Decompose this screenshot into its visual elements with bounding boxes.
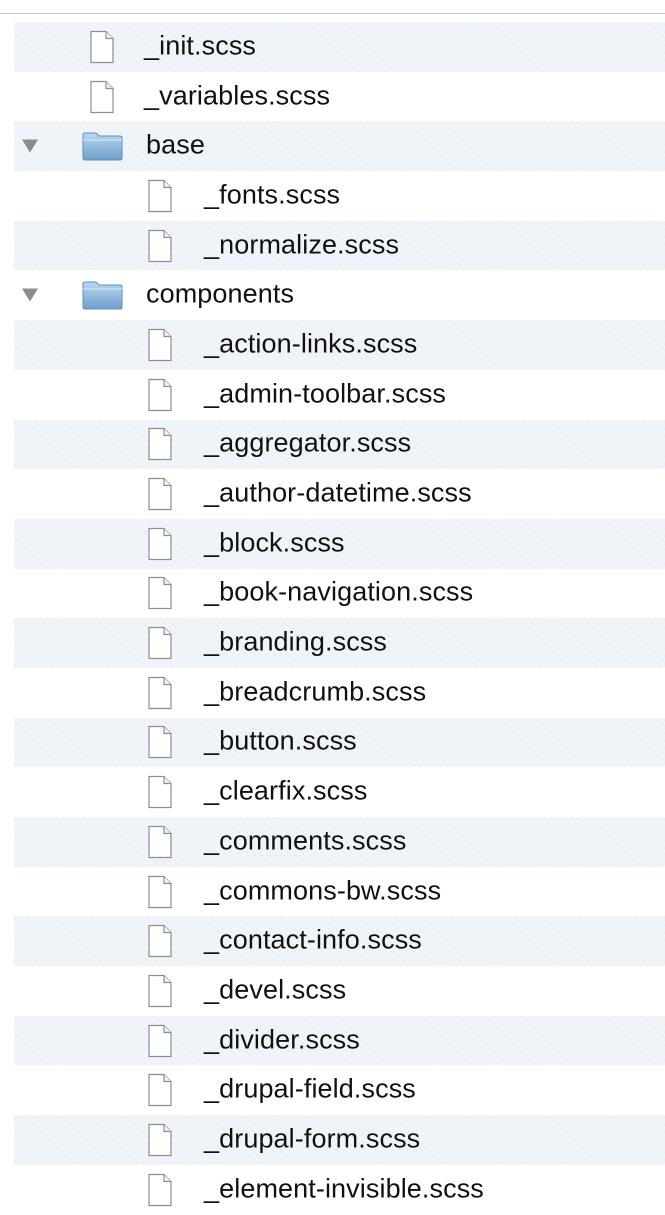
file-icon (148, 875, 172, 908)
file-row[interactable]: _drupal-field.scss (14, 1065, 665, 1116)
file-icon (148, 527, 172, 560)
file-icon (90, 30, 114, 63)
disclosure-triangle-icon[interactable] (22, 288, 38, 302)
file-row[interactable]: _book-navigation.scss (14, 568, 665, 619)
file-label: _aggregator.scss (204, 428, 412, 459)
file-label: _fonts.scss (204, 179, 341, 210)
file-label: _drupal-form.scss (204, 1123, 421, 1154)
file-label: _button.scss (204, 726, 357, 757)
window-top-edge (0, 0, 665, 14)
file-icon (148, 925, 172, 958)
file-icon (148, 626, 172, 660)
file-icon (90, 80, 114, 113)
file-icon (148, 974, 172, 1008)
file-row[interactable]: _divider.scss (14, 1015, 665, 1066)
file-row[interactable]: _breadcrumb.scss (14, 667, 665, 718)
file-label: _variables.scss (144, 80, 331, 111)
file-label: _drupal-field.scss (204, 1073, 416, 1104)
file-label: _contact-info.scss (204, 924, 422, 955)
file-icon (148, 577, 172, 610)
disclosure-triangle-icon[interactable] (22, 139, 38, 153)
file-row[interactable]: _button.scss (14, 717, 665, 768)
file-row[interactable]: _contact-info.scss (14, 916, 665, 967)
file-label: _clearfix.scss (204, 775, 368, 806)
file-icon (148, 676, 172, 709)
file-label: _action-links.scss (204, 328, 418, 359)
file-row[interactable]: _devel.scss (14, 966, 665, 1016)
file-row[interactable]: _drupal-form.scss (14, 1115, 665, 1165)
file-label: _author-datetime.scss (204, 477, 472, 508)
file-row[interactable]: _author-datetime.scss (14, 469, 665, 519)
folder-row[interactable]: base (14, 121, 665, 172)
file-label: _commons-bw.scss (204, 875, 442, 906)
file-label: _comments.scss (204, 825, 407, 856)
file-icon (148, 179, 172, 213)
folder-label: base (146, 129, 205, 160)
file-row[interactable]: _block.scss (14, 518, 665, 569)
folder-label: components (146, 278, 295, 309)
file-row[interactable]: _comments.scss (14, 817, 665, 867)
file-label: _divider.scss (204, 1024, 360, 1055)
file-label: _branding.scss (204, 626, 388, 657)
file-label: _devel.scss (204, 974, 347, 1005)
file-row[interactable]: _fonts.scss (14, 171, 665, 221)
file-icon (148, 1123, 172, 1157)
file-icon (148, 428, 172, 461)
file-label: _breadcrumb.scss (204, 676, 427, 707)
file-row[interactable]: _aggregator.scss (14, 419, 665, 470)
file-row[interactable]: _commons-bw.scss (14, 866, 665, 917)
file-row[interactable]: _init.scss (14, 22, 665, 72)
file-icon (148, 825, 172, 858)
file-row[interactable]: _normalize.scss (14, 220, 665, 271)
file-label: _admin-toolbar.scss (204, 378, 447, 409)
file-row[interactable]: _element-invisible.scss (14, 1164, 665, 1215)
file-icon (148, 328, 172, 362)
file-label: _block.scss (204, 527, 345, 558)
file-label: _normalize.scss (204, 229, 400, 260)
file-icon (148, 726, 172, 759)
folder-icon (82, 281, 123, 310)
file-icon (148, 477, 172, 511)
file-tree: _init.scss _variables.scssbase _fonts.scss… (14, 22, 665, 1215)
folder-row[interactable]: components (14, 270, 665, 321)
file-label: _init.scss (144, 30, 257, 61)
folder-icon (82, 132, 123, 161)
file-label: _element-invisible.scss (204, 1173, 484, 1204)
file-icon (148, 776, 172, 809)
file-icon (148, 229, 172, 262)
file-icon (148, 1024, 172, 1057)
file-row[interactable]: _clearfix.scss (14, 767, 665, 817)
file-row[interactable]: _action-links.scss (14, 320, 665, 370)
file-icon (148, 1173, 172, 1206)
file-icon (148, 378, 172, 411)
file-row[interactable]: _variables.scss (14, 71, 665, 122)
file-row[interactable]: _admin-toolbar.scss (14, 369, 665, 420)
file-row[interactable]: _branding.scss (14, 618, 665, 668)
file-label: _book-navigation.scss (204, 577, 474, 608)
file-icon (148, 1074, 172, 1107)
